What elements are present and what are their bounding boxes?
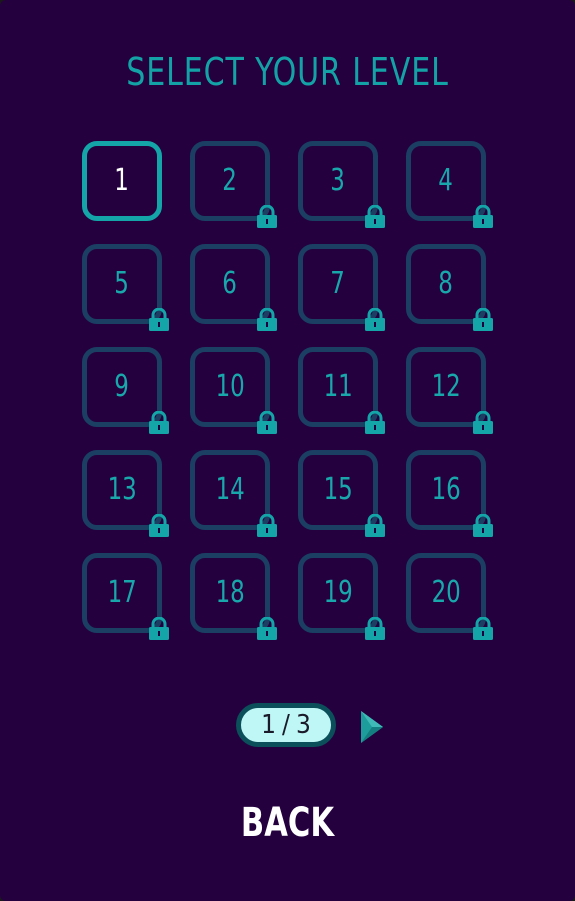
page-indicator: 1 / 3: [236, 703, 336, 747]
level-tile-4[interactable]: 4: [406, 141, 493, 228]
level-tile-14[interactable]: 14: [190, 450, 277, 537]
screen-title: SELECT YOUR LEVEL: [126, 50, 449, 94]
level-number: 5: [114, 266, 130, 301]
level-number: 19: [323, 575, 353, 610]
level-number: 8: [438, 266, 454, 301]
lock-icon: [473, 617, 493, 640]
lock-icon: [473, 514, 493, 537]
lock-icon: [257, 411, 277, 434]
level-tile-6[interactable]: 6: [190, 244, 277, 331]
lock-icon: [149, 411, 169, 434]
level-number: 1: [114, 163, 130, 198]
level-number: 12: [431, 369, 461, 404]
level-tile-16[interactable]: 16: [406, 450, 493, 537]
current-page: 1: [261, 710, 277, 740]
level-number: 14: [215, 472, 245, 507]
level-select-screen: SELECT YOUR LEVEL 1 2 3 4 5 6 7 8 9 10 11 12 13 14 15 1…: [0, 0, 575, 901]
level-number: 9: [114, 369, 130, 404]
level-tile-3[interactable]: 3: [298, 141, 385, 228]
page-separator: /: [282, 710, 290, 740]
lock-icon: [365, 205, 385, 228]
level-tile-7[interactable]: 7: [298, 244, 385, 331]
lock-icon: [257, 308, 277, 331]
level-number: 16: [431, 472, 461, 507]
level-number: 17: [107, 575, 137, 610]
lock-icon: [365, 411, 385, 434]
lock-icon: [149, 308, 169, 331]
level-tile-10[interactable]: 10: [190, 347, 277, 434]
lock-icon: [365, 617, 385, 640]
lock-icon: [473, 308, 493, 331]
level-number: 7: [330, 266, 346, 301]
level-number: 10: [215, 369, 245, 404]
level-grid: 1 2 3 4 5 6 7 8 9 10 11 12 13 14 15 16 17 18 19 20: [82, 141, 502, 640]
level-tile-1[interactable]: 1: [82, 141, 162, 221]
level-tile-19[interactable]: 19: [298, 553, 385, 640]
next-page-arrow-icon[interactable]: [360, 710, 384, 744]
level-number: 13: [107, 472, 137, 507]
lock-icon: [149, 617, 169, 640]
lock-icon: [473, 411, 493, 434]
level-tile-5[interactable]: 5: [82, 244, 169, 331]
level-tile-18[interactable]: 18: [190, 553, 277, 640]
total-pages: 3: [295, 710, 311, 740]
lock-icon: [365, 308, 385, 331]
level-tile-11[interactable]: 11: [298, 347, 385, 434]
level-number: 4: [438, 163, 454, 198]
level-number: 3: [330, 163, 346, 198]
level-number: 18: [215, 575, 245, 610]
level-number: 6: [222, 266, 238, 301]
back-button[interactable]: BACK: [43, 800, 532, 846]
level-tile-8[interactable]: 8: [406, 244, 493, 331]
level-tile-9[interactable]: 9: [82, 347, 169, 434]
lock-icon: [149, 514, 169, 537]
lock-icon: [257, 514, 277, 537]
level-tile-2[interactable]: 2: [190, 141, 277, 228]
level-tile-13[interactable]: 13: [82, 450, 169, 537]
level-number: 2: [222, 163, 238, 198]
level-tile-20[interactable]: 20: [406, 553, 493, 640]
lock-icon: [365, 514, 385, 537]
level-tile-15[interactable]: 15: [298, 450, 385, 537]
level-tile-17[interactable]: 17: [82, 553, 169, 640]
lock-icon: [257, 205, 277, 228]
level-tile-12[interactable]: 12: [406, 347, 493, 434]
level-number: 11: [323, 369, 353, 404]
level-number: 20: [431, 575, 461, 610]
level-number: 15: [323, 472, 353, 507]
lock-icon: [473, 205, 493, 228]
lock-icon: [257, 617, 277, 640]
